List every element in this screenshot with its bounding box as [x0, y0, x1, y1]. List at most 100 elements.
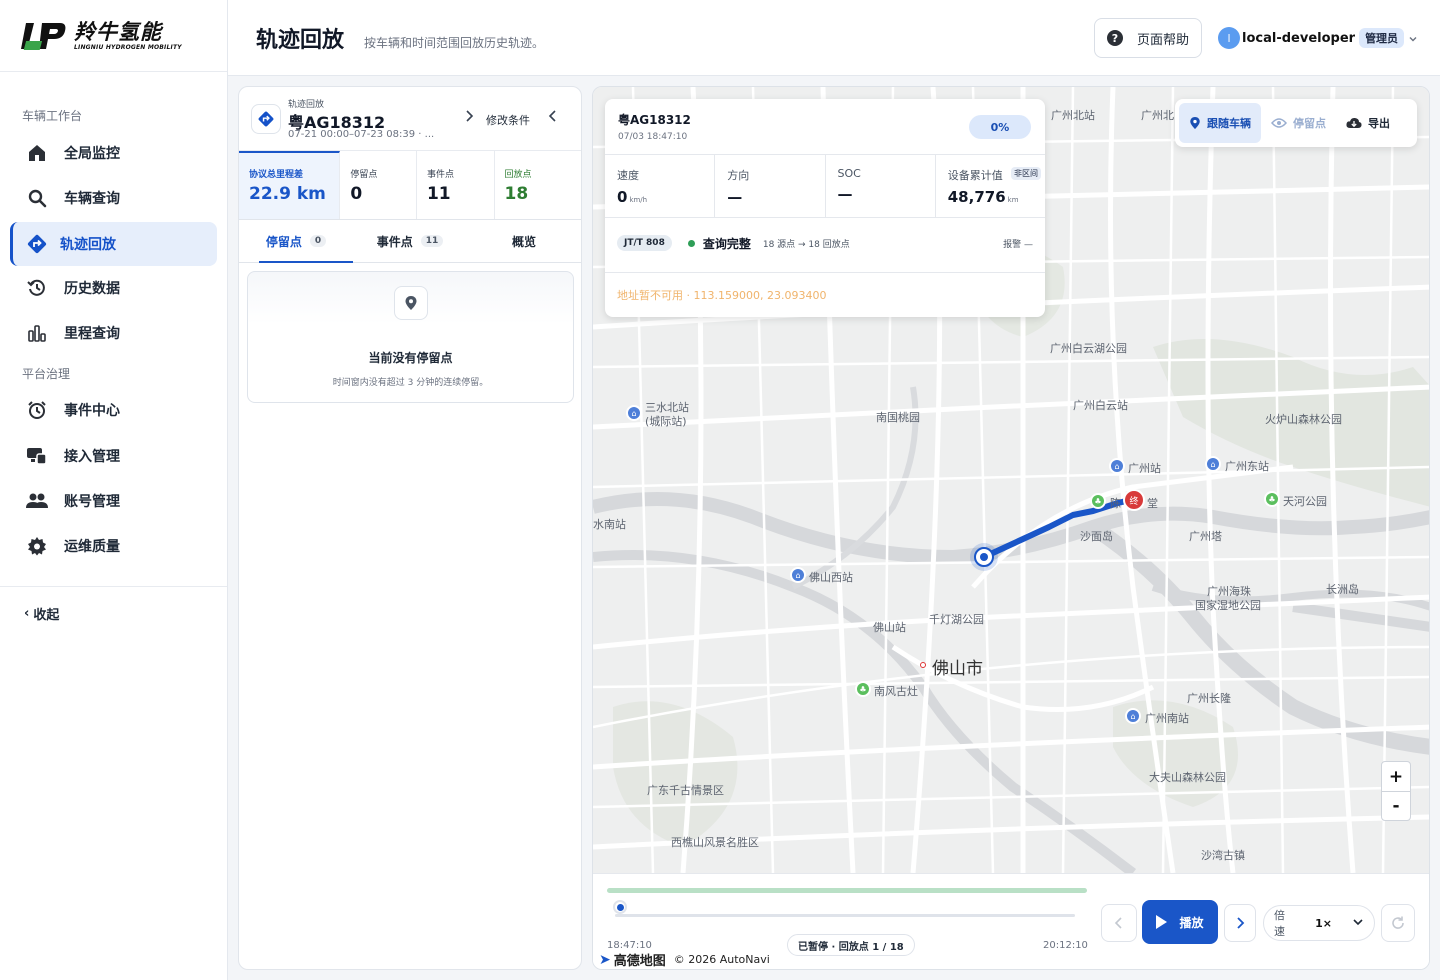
search-icon: [26, 187, 48, 209]
button-label: 停留点: [1293, 117, 1326, 130]
cloud-download-icon: [1346, 117, 1362, 130]
sidebar-item-vehicle-query[interactable]: 车辆查询: [10, 176, 217, 220]
map-toolbar: 跟随车辆 停留点 导出: [1175, 99, 1417, 147]
map-label: 天河公园: [1283, 495, 1327, 508]
nav-group-workbench: 车辆工作台: [22, 109, 83, 123]
next-point-button[interactable]: [1224, 904, 1256, 942]
query-status-row: JT/T 808 查询完整 18 源点 → 18 回放点 报警 —: [617, 233, 1033, 253]
map-attribution: ➤ 高德地图 © 2026 AutoNavi: [599, 950, 770, 970]
follow-vehicle-button[interactable]: 跟随车辆: [1179, 103, 1261, 143]
metric-speed: 速度 0 km/h: [605, 155, 716, 217]
play-button[interactable]: 播放: [1142, 900, 1218, 944]
zoom-in-button[interactable]: +: [1382, 762, 1410, 791]
tab-count-badge: 0: [309, 235, 327, 247]
speed-value: 1×: [1315, 916, 1332, 930]
route-icon: [251, 104, 281, 134]
tab-label: 概览: [511, 234, 536, 249]
metric-direction: 方向 —: [715, 155, 826, 217]
stops-toggle-button[interactable]: 停留点: [1261, 103, 1336, 143]
query-summary: 轨迹回放 粤AG18312 07-21 00:00–07-23 08:39 · …: [239, 87, 581, 151]
home-icon: [26, 142, 48, 164]
playback-slider-handle[interactable]: [613, 900, 627, 914]
stat-value: 0: [350, 184, 363, 204]
brand-logo[interactable]: 羚牛氢能 LINGNIU HYDROGEN MOBILITY: [0, 0, 227, 72]
stat-value: 18: [504, 184, 529, 204]
tab-overview[interactable]: 概览: [467, 220, 581, 262]
playback-track[interactable]: [615, 914, 1075, 917]
sidebar-item-ops-quality[interactable]: 运维质量: [10, 524, 217, 568]
sidebar-item-global-monitor[interactable]: 全局监控: [10, 131, 217, 175]
loaded-progress-bar: [607, 888, 1087, 893]
query-status: 查询完整: [702, 236, 751, 251]
sidebar-item-track-playback[interactable]: 轨迹回放: [10, 222, 217, 266]
metric-unit: km/h: [629, 196, 648, 204]
chevron-down-icon: [1352, 917, 1364, 930]
sidebar-item-label: 里程查询: [64, 326, 120, 342]
map-panel: 广州北站 广州北 广州白云湖公园 ⌂ 三水北站 (城际站) 南国桃园 广州白云站…: [592, 86, 1430, 970]
brand-name-en: LINGNIU HYDROGEN MOBILITY: [74, 44, 182, 51]
map-label: 大夫山森林公园: [1149, 771, 1226, 784]
page-help-button[interactable]: ? 页面帮助: [1094, 18, 1202, 58]
zoom-out-button[interactable]: -: [1382, 791, 1410, 820]
chevron-left-icon: [1114, 917, 1122, 929]
sidebar-divider: [0, 586, 227, 587]
play-label: 播放: [1179, 915, 1204, 930]
stat-total-mileage[interactable]: 协议总里程差 22.9 km: [239, 151, 341, 219]
edit-conditions-button[interactable]: 修改条件: [486, 112, 530, 128]
vehicle-position-marker[interactable]: [974, 547, 994, 567]
collapse-button[interactable]: ‹ 收起: [24, 604, 59, 623]
chevron-right-icon[interactable]: [463, 109, 475, 127]
map-label: 广州白云站: [1073, 399, 1128, 412]
play-icon: [1156, 915, 1168, 929]
location-pin-icon: [394, 286, 428, 320]
sidebar-item-label: 运维质量: [64, 539, 120, 555]
station-icon: ⌂: [1205, 456, 1221, 472]
tab-count-badge: 11: [420, 235, 444, 247]
alarm-status: 报警 —: [1003, 239, 1033, 250]
sidebar: 羚牛氢能 LINGNIU HYDROGEN MOBILITY 车辆工作台 全局监…: [0, 0, 228, 980]
speed-label: 倍速: [1274, 909, 1285, 938]
metric-label: 方向: [727, 169, 750, 182]
speed-select[interactable]: 倍速 1×: [1263, 905, 1375, 941]
collapse-panel-icon[interactable]: [547, 109, 559, 127]
sidebar-item-label: 接入管理: [64, 449, 120, 465]
map-copyright: © 2026 AutoNavi: [673, 953, 770, 966]
stat-label: 协议总里程差: [249, 170, 304, 180]
tab-stops[interactable]: 停留点 0: [239, 220, 353, 263]
playback-status: 已暂停 · 回放点 1 / 18: [787, 934, 915, 956]
sidebar-item-mileage-query[interactable]: 里程查询: [10, 311, 217, 355]
metric-value: —: [727, 188, 743, 206]
stat-label: 回放点: [504, 170, 532, 180]
stat-events[interactable]: 事件点 11: [417, 151, 495, 219]
user-menu[interactable]: l local-developer 管理员: [1218, 26, 1418, 50]
stat-playback-points[interactable]: 回放点 18: [495, 151, 581, 219]
station-icon: ⌂: [1109, 458, 1125, 474]
avatar: l: [1218, 27, 1240, 49]
sidebar-item-history-data[interactable]: 历史数据: [10, 266, 217, 310]
sidebar-item-label: 事件中心: [64, 403, 120, 419]
points-summary: 18 源点 → 18 回放点: [762, 239, 850, 250]
summary-stats: 协议总里程差 22.9 km 停留点 0 事件点 11 回放点 18: [239, 151, 581, 220]
brand-name-cn: 羚牛氢能: [74, 20, 162, 44]
metric-value: 48,776: [947, 188, 1006, 206]
export-button[interactable]: 导出: [1336, 103, 1400, 143]
tab-events[interactable]: 事件点 11: [353, 220, 467, 262]
stat-stops[interactable]: 停留点 0: [340, 151, 417, 219]
end-point-marker[interactable]: 终: [1123, 489, 1145, 511]
map-canvas[interactable]: 广州北站 广州北 广州白云湖公园 ⌂ 三水北站 (城际站) 南国桃园 广州白云站…: [593, 87, 1429, 873]
stat-value: 11: [426, 184, 451, 204]
previous-point-button[interactable]: [1101, 904, 1137, 942]
route-icon: [26, 233, 48, 255]
park-icon: ♣: [1090, 493, 1106, 509]
map-label: 广州北站: [1051, 109, 1095, 122]
replay-button[interactable]: [1381, 904, 1415, 942]
tab-label: 停留点: [265, 234, 302, 249]
location-pin-icon: [1189, 116, 1201, 130]
sidebar-item-access-management[interactable]: 接入管理: [10, 434, 217, 478]
sidebar-item-event-center[interactable]: 事件中心: [10, 388, 217, 432]
chevron-right-icon: [1237, 917, 1245, 929]
users-icon: [26, 490, 48, 512]
time-range: 07-21 00:00–07-23 08:39 · ...: [288, 129, 435, 140]
park-icon: ♣: [855, 681, 871, 697]
sidebar-item-account-management[interactable]: 账号管理: [10, 479, 217, 523]
